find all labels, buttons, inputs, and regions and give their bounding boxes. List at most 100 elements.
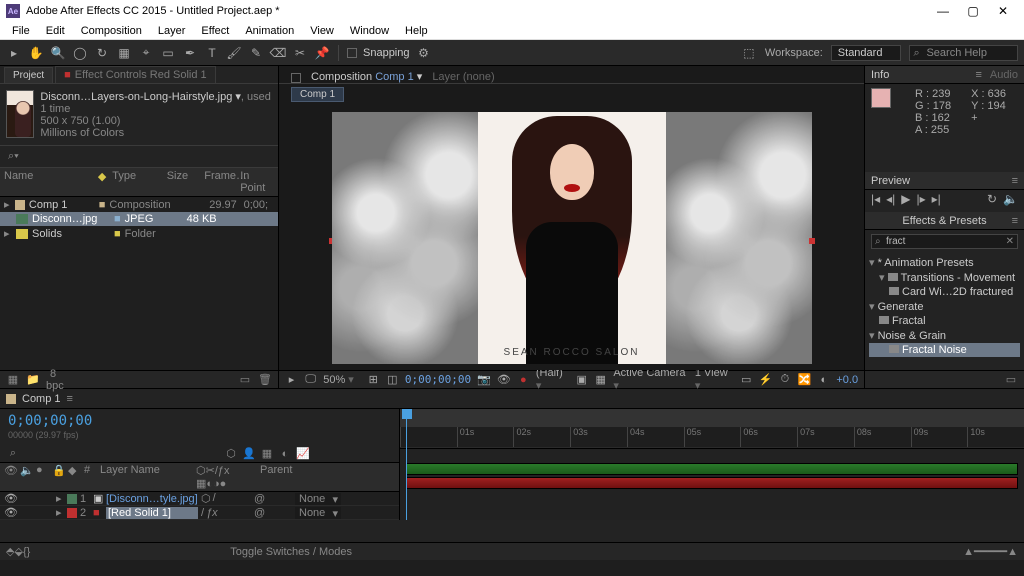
effects-presets-tab[interactable]: Effects & Presets xyxy=(902,215,986,227)
menu-window[interactable]: Window xyxy=(344,25,395,37)
last-frame-icon[interactable]: ▸| xyxy=(932,192,941,206)
zoom-tool-icon[interactable]: 🔍 xyxy=(50,45,66,61)
time-ruler[interactable]: 01s 02s 03s 04s 05s 06s 07s 08s 09s 10s xyxy=(400,409,1024,449)
search-layers-icon[interactable]: ⌕ xyxy=(6,447,20,460)
first-frame-icon[interactable]: |◂ xyxy=(871,192,880,206)
interpret-footage-icon[interactable]: ▦ xyxy=(6,373,20,386)
show-snapshot-icon[interactable]: 👁 xyxy=(497,373,511,386)
new-bin-icon[interactable]: ▭ xyxy=(1004,373,1018,386)
twirl-icon[interactable]: ▸ xyxy=(56,492,64,505)
hand-tool-icon[interactable]: ✋ xyxy=(28,45,44,61)
toggle-switches-modes[interactable]: Toggle Switches / Modes xyxy=(230,546,352,558)
camera-tool-icon[interactable]: ▦ xyxy=(116,45,132,61)
parent-dropdown[interactable]: None xyxy=(295,507,341,519)
orbit-tool-icon[interactable]: ◯ xyxy=(72,45,88,61)
roi-icon[interactable]: ▣ xyxy=(575,373,588,386)
timeline-tab[interactable]: Comp 1 xyxy=(22,393,61,405)
snapshot-icon[interactable]: 📷 xyxy=(477,373,491,386)
project-row-solids[interactable]: ▸ Solids ■ Folder xyxy=(0,226,278,241)
audio-tab[interactable]: Audio xyxy=(990,69,1018,81)
comp-tab-label[interactable]: Composition Comp 1 ▾ xyxy=(311,70,422,83)
timeline-tracks[interactable]: 01s 02s 03s 04s 05s 06s 07s 08s 09s 10s xyxy=(400,409,1024,520)
trash-icon[interactable]: 🗑 xyxy=(258,373,272,386)
loop-icon[interactable]: ↻ xyxy=(987,192,997,206)
eraser-tool-icon[interactable]: ⌫ xyxy=(270,45,286,61)
snapping-checkbox[interactable] xyxy=(347,48,357,58)
label-color[interactable] xyxy=(67,494,77,504)
close-button[interactable]: ✕ xyxy=(988,4,1018,18)
graph-editor-icon[interactable]: 📈 xyxy=(296,447,310,460)
info-panel-menu-icon[interactable]: ≡ xyxy=(975,69,981,81)
new-folder-icon[interactable]: 📁 xyxy=(26,373,40,386)
menu-composition[interactable]: Composition xyxy=(75,25,148,37)
layer-bar-1[interactable] xyxy=(406,463,1018,475)
menu-view[interactable]: View xyxy=(304,25,340,37)
tab-project[interactable]: Project xyxy=(4,67,53,83)
parent-dropdown[interactable]: None xyxy=(295,493,341,505)
prev-frame-icon[interactable]: ◂| xyxy=(886,192,895,206)
playhead[interactable] xyxy=(406,409,407,520)
project-row-comp[interactable]: ▸ Comp 1 ■ Composition 29.97 0;00; xyxy=(0,197,278,212)
clone-tool-icon[interactable]: ✎ xyxy=(248,45,264,61)
comp-mini-flowchart-icon[interactable]: ⬡ xyxy=(224,447,238,460)
mute-icon[interactable]: 🔈 xyxy=(1003,192,1018,206)
photo-layer[interactable]: Sean Rocco Salon xyxy=(478,112,666,364)
zoom-out-icon[interactable]: ▲ xyxy=(963,546,974,558)
fx-panel-menu-icon[interactable]: ≡ xyxy=(1012,215,1018,227)
parent-pickwhip-icon[interactable]: @ xyxy=(254,507,292,519)
effects-tree[interactable]: * Animation Presets Transitions - Moveme… xyxy=(865,253,1024,359)
twirl-icon[interactable]: ▸ xyxy=(56,506,64,519)
menu-animation[interactable]: Animation xyxy=(239,25,300,37)
layer-handle-right[interactable] xyxy=(809,238,815,244)
comp-breadcrumb[interactable]: Comp 1 xyxy=(279,84,864,105)
motion-blur-icon[interactable]: ◐ xyxy=(278,448,292,460)
zoom-in-icon[interactable]: ▲ xyxy=(1007,546,1018,558)
search-help-input[interactable]: Search Help xyxy=(909,45,1018,61)
brackets-icon[interactable]: {} xyxy=(23,546,30,558)
roto-tool-icon[interactable]: ✂ xyxy=(292,45,308,61)
exposure-reset-icon[interactable]: ◐ xyxy=(817,374,830,386)
shy-icon[interactable]: 👤 xyxy=(242,447,256,460)
info-tab[interactable]: Info xyxy=(871,69,889,81)
timeline-layer-1[interactable]: 👁 ▸ 1 ▣ [Disconn…tyle.jpg] ⬡/ @ None xyxy=(0,492,399,506)
twirl-icon[interactable]: ▸ xyxy=(4,227,12,240)
project-row-jpeg[interactable]: Disconn…jpg ■ JPEG 48 KB xyxy=(0,212,278,226)
always-preview-icon[interactable]: ▸ xyxy=(285,373,298,386)
timeline-current-time[interactable]: 0;00;00;00 00000 (29.97 fps) xyxy=(0,409,399,445)
pan-behind-tool-icon[interactable]: ⌖ xyxy=(138,45,154,61)
timeline-icon[interactable]: ⏱ xyxy=(778,373,791,386)
label-color[interactable] xyxy=(67,508,77,518)
flowchart-icon[interactable]: 🔀 xyxy=(798,373,812,386)
menu-effect[interactable]: Effect xyxy=(195,25,235,37)
view-dropdown[interactable]: 1 View xyxy=(695,367,734,392)
next-frame-icon[interactable]: |▸ xyxy=(917,192,926,206)
rotate-tool-icon[interactable]: ↻ xyxy=(94,45,110,61)
twirl-icon[interactable]: ▸ xyxy=(4,198,11,211)
menu-edit[interactable]: Edit xyxy=(40,25,71,37)
layer-name[interactable]: [Red Solid 1] xyxy=(106,507,198,519)
selection-tool-icon[interactable]: ▸ xyxy=(6,45,22,61)
type-tool-icon[interactable]: T xyxy=(204,45,220,61)
preview-tab[interactable]: Preview xyxy=(871,175,910,187)
frame-blend-icon[interactable]: ▦ xyxy=(260,447,274,460)
shape-tool-icon[interactable]: ▭ xyxy=(160,45,176,61)
label-icon[interactable]: ◆ xyxy=(98,170,106,194)
visibility-icon[interactable]: 👁 xyxy=(4,506,14,519)
preview-panel-menu-icon[interactable]: ≡ xyxy=(1012,175,1018,187)
grid-icon[interactable]: ⊞ xyxy=(367,373,380,386)
minimize-button[interactable]: — xyxy=(928,4,958,18)
resolution-dropdown[interactable]: (Half) xyxy=(536,367,569,392)
project-search[interactable]: ⌕▾ xyxy=(0,145,278,168)
exposure-value[interactable]: +0.0 xyxy=(836,374,858,386)
pen-tool-icon[interactable]: ✒ xyxy=(182,45,198,61)
play-icon[interactable]: ▶ xyxy=(901,192,910,206)
magnification-icon[interactable]: 🖵 xyxy=(304,373,317,386)
pixel-aspect-icon[interactable]: ▭ xyxy=(740,373,753,386)
menu-layer[interactable]: Layer xyxy=(152,25,192,37)
new-comp-icon[interactable]: ▭ xyxy=(238,373,252,386)
zoom-dropdown[interactable]: 50% xyxy=(323,373,360,386)
visibility-icon[interactable]: 👁 xyxy=(4,492,14,505)
mask-toggle-icon[interactable]: ◫ xyxy=(386,373,399,386)
transparency-grid-icon[interactable]: ▦ xyxy=(594,373,607,386)
workspace-dropdown[interactable]: Standard xyxy=(831,45,902,61)
